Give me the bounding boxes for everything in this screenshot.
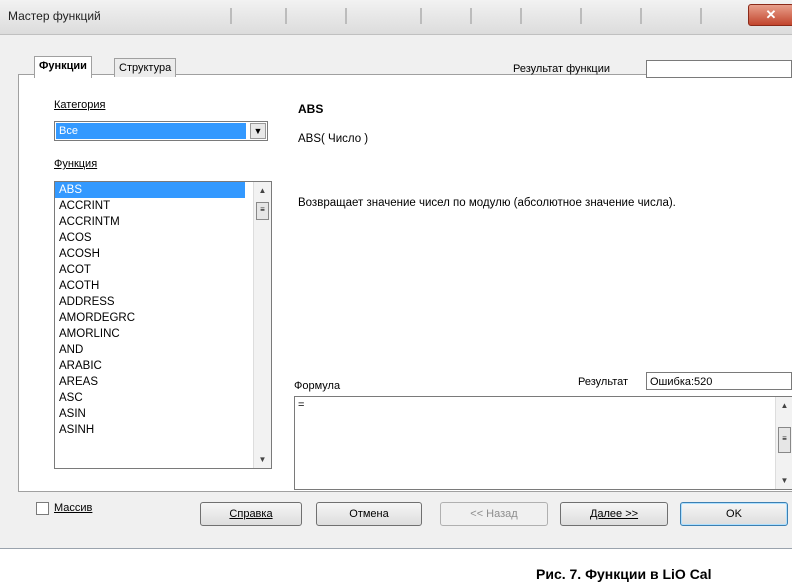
function-result-label: Результат функции [513,63,610,75]
category-select[interactable]: Все ▼ [54,121,268,141]
function-description: Возвращает значение чисел по модулю (абс… [298,197,676,209]
list-item[interactable]: ASINH [55,422,245,438]
close-icon: ✕ [765,7,777,22]
list-item[interactable]: ACCRINTM [55,214,245,230]
result-field: Ошибка:520 [646,372,792,390]
list-item[interactable]: AMORLINC [55,326,245,342]
cancel-button[interactable]: Отмена [316,502,422,526]
function-wizard-dialog: Мастер функций ✕ Функции Структура Катег… [0,0,792,549]
function-name: ABS [298,102,324,116]
category-label: Категория [54,99,106,111]
window-title: Мастер функций [8,9,101,23]
function-syntax: ABS( Число ) [298,133,369,145]
formula-input[interactable]: = ▲ ≡ ▼ [294,396,792,490]
list-item[interactable]: AREAS [55,374,245,390]
list-item[interactable]: ASIN [55,406,245,422]
array-checkbox[interactable] [36,502,49,515]
figure-caption: Рис. 7. Функции в LiO Cal [536,566,712,582]
title-bar: Мастер функций ✕ [0,0,792,35]
list-item[interactable]: ARABIC [55,358,245,374]
formula-label: Формула [294,380,341,392]
scroll-thumb[interactable]: ≡ [256,202,269,220]
close-button[interactable]: ✕ [748,4,792,26]
list-scrollbar[interactable]: ▲ ≡ ▼ [253,182,271,468]
formula-scrollbar[interactable]: ▲ ≡ ▼ [775,397,792,489]
result-label: Результат [578,376,629,388]
category-value: Все [56,123,246,139]
list-item[interactable]: ACOSH [55,246,245,262]
list-item[interactable]: AND [55,342,245,358]
list-item[interactable]: AMORDEGRC [55,310,245,326]
list-item[interactable]: ACOS [55,230,245,246]
tab-structure[interactable]: Структура [114,58,177,77]
list-item[interactable]: ASC [55,390,245,406]
scroll-down-icon[interactable]: ▼ [254,451,271,468]
help-button[interactable]: Справка [200,502,302,526]
scroll-up-icon[interactable]: ▲ [254,182,271,199]
scroll-down-icon[interactable]: ▼ [776,472,792,489]
back-button[interactable]: << Назад [440,502,548,526]
function-items: ABS ACCRINT ACCRINTM ACOS ACOSH ACOT ACOTH ADDR… [55,182,271,438]
next-button[interactable]: Далее >> [560,502,668,526]
tab-functions[interactable]: Функции [34,56,92,78]
list-item[interactable]: ACOTH [55,278,245,294]
array-label: Массив [54,502,93,514]
list-item[interactable]: ACCRINT [55,198,245,214]
ok-button[interactable]: OK [680,502,788,526]
list-item[interactable]: ACOT [55,262,245,278]
scroll-up-icon[interactable]: ▲ [776,397,792,414]
chevron-down-icon[interactable]: ▼ [250,123,266,139]
formula-text: = [298,399,305,411]
list-item[interactable]: ABS [55,182,245,198]
function-listbox[interactable]: ABS ACCRINT ACCRINTM ACOS ACOSH ACOT ACOTH ADDR… [54,181,272,469]
scroll-thumb[interactable]: ≡ [778,427,791,453]
function-result-field [646,60,792,78]
list-item[interactable]: ADDRESS [55,294,245,310]
function-label: Функция [54,158,98,170]
